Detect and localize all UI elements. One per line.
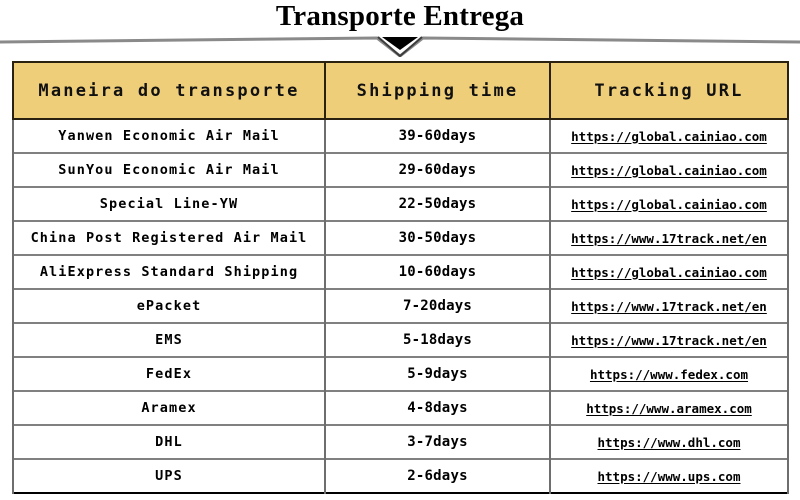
table-row: UPS 2-6days https://www.ups.com <box>12 458 789 493</box>
tracking-url-link[interactable]: https://www.17track.net/en <box>571 299 767 314</box>
table-header-row: Maneira do transporte Shipping time Trac… <box>12 61 789 120</box>
tracking-url-link[interactable]: https://global.cainiao.com <box>571 129 767 144</box>
table-row: China Post Registered Air Mail 30-50days h… <box>12 220 789 255</box>
cell-tracking-url: https://global.cainiao.com <box>549 152 789 187</box>
cell-shipping-method: UPS <box>12 458 326 493</box>
tracking-url-link[interactable]: https://www.aramex.com <box>586 401 752 416</box>
shipping-table: Maneira do transporte Shipping time Trac… <box>12 61 789 494</box>
cell-shipping-time: 39-60days <box>324 118 551 153</box>
column-header-shipping-time: Shipping time <box>324 61 551 120</box>
tracking-url-link[interactable]: https://www.fedex.com <box>590 367 748 382</box>
cell-shipping-method: China Post Registered Air Mail <box>12 220 326 255</box>
cell-shipping-method: Special Line-YW <box>12 186 326 221</box>
table-row: Aramex 4-8days https://www.aramex.com <box>12 390 789 425</box>
table-row: EMS 5-18days https://www.17track.net/en <box>12 322 789 357</box>
cell-shipping-method: AliExpress Standard Shipping <box>12 254 326 289</box>
column-header-tracking-url: Tracking URL <box>549 61 789 120</box>
cell-tracking-url: https://www.fedex.com <box>549 356 789 391</box>
cell-shipping-time: 7-20days <box>324 288 551 323</box>
cell-shipping-time: 2-6days <box>324 458 551 493</box>
table-row: FedEx 5-9days https://www.fedex.com <box>12 356 789 391</box>
tracking-url-link[interactable]: https://www.17track.net/en <box>571 231 767 246</box>
cell-shipping-method: EMS <box>12 322 326 357</box>
banner-header: Transporte Entrega <box>0 0 800 58</box>
cell-shipping-time: 22-50days <box>324 186 551 221</box>
cell-shipping-method: FedEx <box>12 356 326 391</box>
table-body: Yanwen Economic Air Mail 39-60days https:/… <box>12 118 789 493</box>
page-title: Transporte Entrega <box>275 0 525 32</box>
table-row: Yanwen Economic Air Mail 39-60days https:/… <box>12 118 789 153</box>
cell-tracking-url: https://www.17track.net/en <box>549 220 789 255</box>
cell-shipping-method: Aramex <box>12 390 326 425</box>
cell-shipping-method: ePacket <box>12 288 326 323</box>
cell-shipping-time: 4-8days <box>324 390 551 425</box>
cell-shipping-time: 29-60days <box>324 152 551 187</box>
cell-tracking-url: https://www.17track.net/en <box>549 322 789 357</box>
cell-tracking-url: https://global.cainiao.com <box>549 118 789 153</box>
cell-shipping-time: 5-18days <box>324 322 551 357</box>
title-divider <box>0 35 800 57</box>
cell-tracking-url: https://www.ups.com <box>549 458 789 493</box>
cell-tracking-url: https://www.17track.net/en <box>549 288 789 323</box>
tracking-url-link[interactable]: https://www.dhl.com <box>598 435 741 450</box>
column-header-method: Maneira do transporte <box>12 61 326 120</box>
shipping-table-container: Maneira do transporte Shipping time Trac… <box>12 61 789 494</box>
cell-tracking-url: https://global.cainiao.com <box>549 186 789 221</box>
table-head: Maneira do transporte Shipping time Trac… <box>12 61 789 120</box>
cell-shipping-time: 30-50days <box>324 220 551 255</box>
cell-tracking-url: https://www.aramex.com <box>549 390 789 425</box>
table-row: AliExpress Standard Shipping 10-60days htt… <box>12 254 789 289</box>
table-row: SunYou Economic Air Mail 29-60days https:/… <box>12 152 789 187</box>
cell-shipping-time: 3-7days <box>324 424 551 459</box>
cell-tracking-url: https://global.cainiao.com <box>549 254 789 289</box>
table-row: DHL 3-7days https://www.dhl.com <box>12 424 789 459</box>
table-row: Special Line-YW 22-50days https://global.c… <box>12 186 789 221</box>
table-row: ePacket 7-20days https://www.17track.net/e… <box>12 288 789 323</box>
cell-shipping-method: DHL <box>12 424 326 459</box>
chevron-down-icon <box>0 36 800 57</box>
shipping-info-banner: Transporte Entrega Maneira do transporte… <box>0 0 800 500</box>
cell-shipping-method: SunYou Economic Air Mail <box>12 152 326 187</box>
tracking-url-link[interactable]: https://www.17track.net/en <box>571 333 767 348</box>
cell-shipping-time: 5-9days <box>324 356 551 391</box>
cell-shipping-method: Yanwen Economic Air Mail <box>12 118 326 153</box>
cell-tracking-url: https://www.dhl.com <box>549 424 789 459</box>
cell-shipping-time: 10-60days <box>324 254 551 289</box>
tracking-url-link[interactable]: https://www.ups.com <box>598 469 741 484</box>
tracking-url-link[interactable]: https://global.cainiao.com <box>571 265 767 280</box>
tracking-url-link[interactable]: https://global.cainiao.com <box>571 197 767 212</box>
tracking-url-link[interactable]: https://global.cainiao.com <box>571 163 767 178</box>
